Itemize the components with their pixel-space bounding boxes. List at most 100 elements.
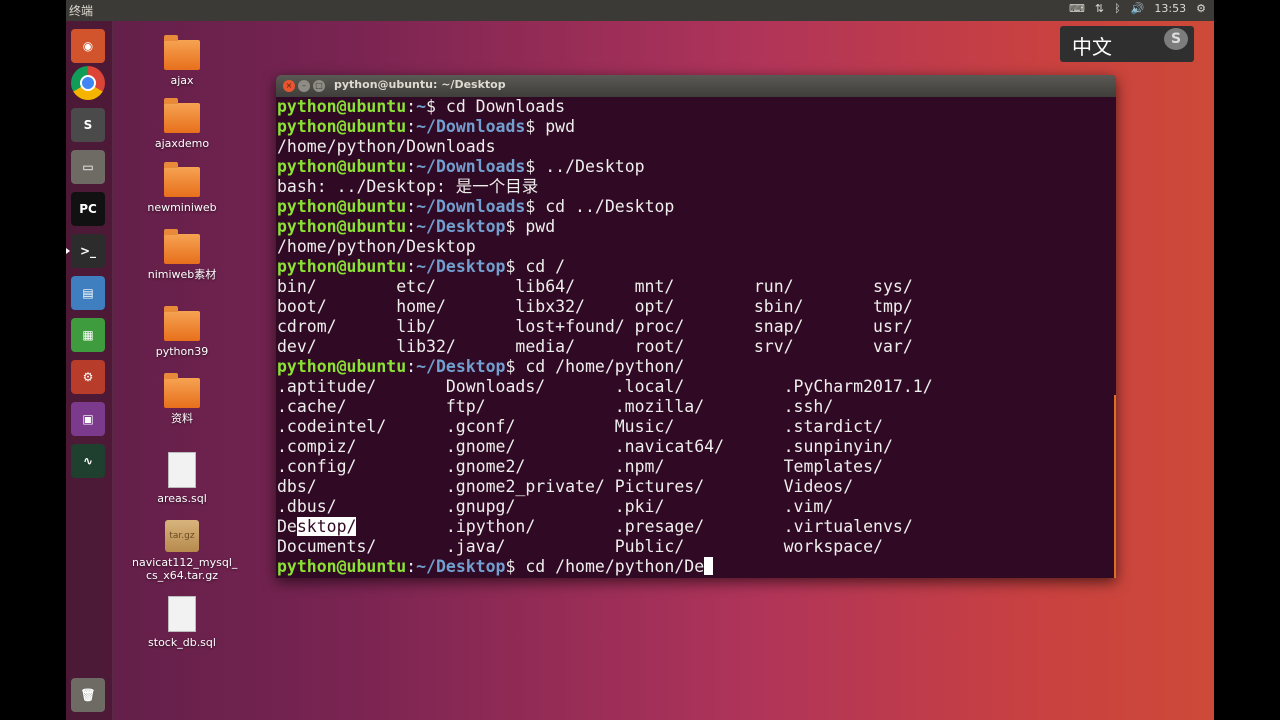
network-icon[interactable]: ⇅ <box>1095 2 1104 15</box>
desktop-item-label: stock_db.sql <box>148 636 216 649</box>
terminal-text: $ pwd <box>505 217 556 236</box>
terminal-text: ~ <box>416 97 427 116</box>
terminal-line: Desktop/ .ipython/ .presage/ .virtualenv… <box>277 517 1116 537</box>
terminal-window[interactable]: × – □ python@ubuntu: ~/Desktop python@ub… <box>276 75 1116 578</box>
terminal-text: sktop/ <box>296 517 357 536</box>
terminal-text: ~/Desktop <box>416 557 506 576</box>
terminal-text: bin/ etc/ lib64/ mnt/ run/ sys/ <box>277 277 913 296</box>
terminal-line: /home/python/Desktop <box>277 237 1116 257</box>
desktop-item[interactable]: ajaxdemo <box>132 98 232 150</box>
terminal-text: ~/Downloads <box>416 157 526 176</box>
terminal-text: .compiz/ .gnome/ .navicat64/ .sunpinyin/ <box>277 437 893 456</box>
desktop-item[interactable]: ajax <box>132 35 232 87</box>
terminal-text: python@ubuntu <box>277 197 407 216</box>
desktop-item-label: ajaxdemo <box>154 137 210 150</box>
desktop-item[interactable]: python39 <box>132 306 232 358</box>
terminal-line: .config/ .gnome2/ .npm/ Templates/ <box>277 457 1116 477</box>
top-panel: 终端 ⌨ ⇅ ᛒ 🔊 13:53 ⚙ <box>66 0 1214 21</box>
libreoffice-calc-icon[interactable]: ▦ <box>71 318 105 352</box>
terminal-title: python@ubuntu: ~/Desktop <box>334 78 506 91</box>
terminal-text: $ cd /home/python/De <box>505 557 705 576</box>
terminal-text: dev/ lib32/ media/ root/ srv/ var/ <box>277 337 913 356</box>
desktop-item-label: navicat112_mysql_ cs_x64.tar.gz <box>132 556 238 582</box>
folder-icon <box>164 35 200 70</box>
folder-icon <box>164 98 200 133</box>
terminal-text: ~/Desktop <box>416 257 506 276</box>
terminal-text: $ pwd <box>525 117 576 136</box>
files-icon[interactable]: ▭ <box>71 150 105 184</box>
trash-icon[interactable]: 🗑 <box>71 678 105 712</box>
pycharm-icon[interactable]: PC <box>71 192 105 226</box>
terminal-text: dbs/ .gnome2_private/ Pictures/ Videos/ <box>277 477 854 496</box>
terminal-text: cdrom/ lib/ lost+found/ proc/ snap/ usr/ <box>277 317 913 336</box>
terminal-line: dbs/ .gnome2_private/ Pictures/ Videos/ <box>277 477 1116 497</box>
ubuntu-dash-icon[interactable]: ◉ <box>71 29 105 63</box>
terminal-text: : <box>406 157 417 176</box>
terminal-text: $ cd /home/python/ <box>505 357 685 376</box>
terminal-line: python@ubuntu:~/Desktop$ cd /home/python… <box>277 557 1116 577</box>
terminal-line: python@ubuntu:~/Downloads$ pwd <box>277 117 1116 137</box>
desktop-item-label: python39 <box>155 345 209 358</box>
desktop-item-label: ajax <box>170 74 194 87</box>
terminal-text: : <box>406 357 417 376</box>
terminal-text: .aptitude/ Downloads/ .local/ .PyCharm20… <box>277 377 933 396</box>
terminal-line: cdrom/ lib/ lost+found/ proc/ snap/ usr/ <box>277 317 1116 337</box>
terminal-text: .codeintel/ .gconf/ Music/ .stardict/ <box>277 417 883 436</box>
libreoffice-writer-icon[interactable]: ▤ <box>71 276 105 310</box>
terminal-text: ~/Desktop <box>416 217 506 236</box>
terminal-text: : <box>406 117 417 136</box>
terminal-line: .dbus/ .gnupg/ .pki/ .vim/ <box>277 497 1116 517</box>
desktop-item[interactable]: nimiweb素材 <box>132 229 232 281</box>
sublime-text-icon[interactable]: S <box>71 108 105 142</box>
power-icon[interactable]: ⚙ <box>1196 2 1206 15</box>
terminal-line: python@ubuntu:~/Desktop$ cd / <box>277 257 1116 277</box>
input-method-indicator[interactable]: 中文 S <box>1060 26 1194 62</box>
system-tray: ⌨ ⇅ ᛒ 🔊 13:53 ⚙ <box>1069 2 1206 15</box>
terminal-text: : <box>406 217 417 236</box>
terminal-text: : <box>406 557 417 576</box>
clock[interactable]: 13:53 <box>1154 2 1186 15</box>
folder-icon <box>164 162 200 197</box>
desktop-item[interactable]: newminiweb <box>132 162 232 214</box>
terminal-line: .cache/ ftp/ .mozilla/ .ssh/ <box>277 397 1116 417</box>
active-app-title: 终端 <box>69 4 94 18</box>
terminal-output[interactable]: python@ubuntu:~$ cd Downloads python@ubun… <box>277 97 1116 578</box>
keyboard-icon[interactable]: ⌨ <box>1069 2 1085 15</box>
desktop-screen: 终端 ⌨ ⇅ ᛒ 🔊 13:53 ⚙ ◉ S ▭ PC >_ ▤ ▦ ⚙ ▣ ∿ 🗑 ajax aja… <box>66 0 1214 720</box>
bluetooth-icon[interactable]: ᛒ <box>1114 2 1121 15</box>
desktop-item-label: 资料 <box>171 412 193 425</box>
system-monitor-icon[interactable]: ∿ <box>71 444 105 478</box>
terminal-line: bin/ etc/ lib64/ mnt/ run/ sys/ <box>277 277 1116 297</box>
terminal-text: python@ubuntu <box>277 157 407 176</box>
desktop-item[interactable]: areas.sql <box>132 452 232 505</box>
terminal-text: .ipython/ .presage/ .virtualenvs/ <box>356 517 913 536</box>
chrome-icon[interactable] <box>71 66 105 100</box>
scrollbar-indicator[interactable] <box>1114 395 1116 578</box>
terminal-line: boot/ home/ libx32/ opt/ sbin/ tmp/ <box>277 297 1116 317</box>
terminal-text: ~/Desktop <box>416 357 506 376</box>
desktop-item[interactable]: tar.gz navicat112_mysql_ cs_x64.tar.gz <box>132 520 238 582</box>
desktop-item[interactable]: stock_db.sql <box>132 596 232 649</box>
terminal-text: .dbus/ .gnupg/ .pki/ .vim/ <box>277 497 834 516</box>
terminal-line: python@ubuntu:~/Desktop$ cd /home/python… <box>277 357 1116 377</box>
terminal-titlebar[interactable]: × – □ python@ubuntu: ~/Desktop <box>276 75 1116 97</box>
volume-icon[interactable]: 🔊 <box>1131 2 1145 15</box>
terminal-icon[interactable]: >_ <box>66 234 105 268</box>
terminal-line: /home/python/Downloads <box>277 137 1116 157</box>
terminal-line: python@ubuntu:~/Desktop$ pwd <box>277 217 1116 237</box>
minimize-icon[interactable]: – <box>298 80 310 92</box>
close-icon[interactable]: × <box>283 80 295 92</box>
system-settings-icon[interactable]: ⚙ <box>71 360 105 394</box>
terminal-text: : <box>406 197 417 216</box>
terminal-text: : <box>406 97 417 116</box>
terminal-text: .cache/ ftp/ .mozilla/ .ssh/ <box>277 397 834 416</box>
terminal-line: .aptitude/ Downloads/ .local/ .PyCharm20… <box>277 377 1116 397</box>
terminal-text: Documents/ .java/ Public/ workspace/ <box>277 537 883 556</box>
ime-label: 中文 <box>1072 35 1112 59</box>
folder-icon <box>164 373 200 408</box>
maximize-icon[interactable]: □ <box>313 80 325 92</box>
terminal-text: python@ubuntu <box>277 357 407 376</box>
workspace-switcher-icon[interactable]: ▣ <box>71 402 105 436</box>
desktop-item[interactable]: 资料 <box>132 373 232 425</box>
terminal-line: .compiz/ .gnome/ .navicat64/ .sunpinyin/ <box>277 437 1116 457</box>
